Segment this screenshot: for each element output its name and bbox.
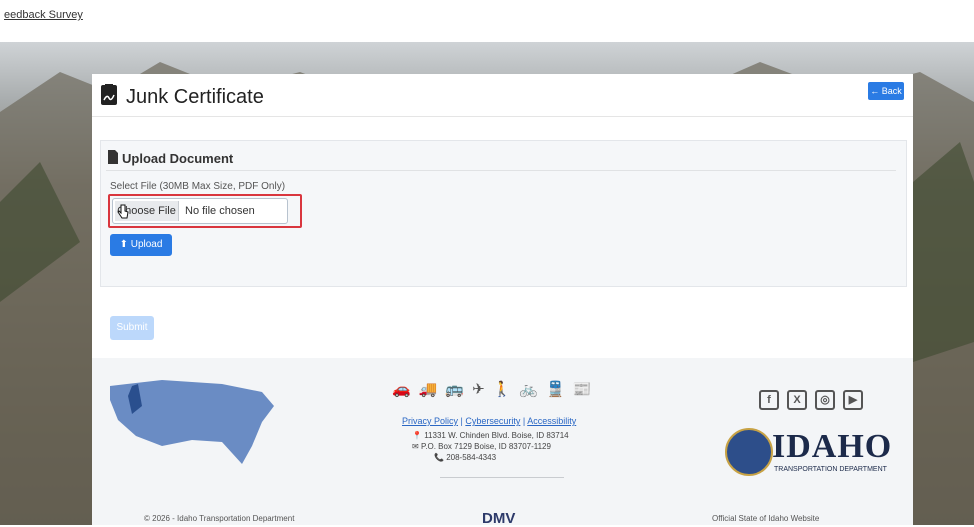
walk-icon: 🚶 xyxy=(492,381,520,398)
address-block: 📍 11331 W. Chinden Blvd. Boise, ID 83714… xyxy=(412,430,569,463)
us-map-idaho-image xyxy=(110,380,274,464)
car-icon: 🚗 xyxy=(392,381,419,398)
upload-label: Upload xyxy=(130,239,163,250)
copyright-text: © 2026 - Idaho Transportation Department xyxy=(144,514,295,523)
official-site-text: Official State of Idaho Website xyxy=(712,514,820,523)
phone-number: 208-584-4343 xyxy=(446,453,497,462)
itd-seal-logo xyxy=(725,428,773,476)
itd-logo-subtext: TRANSPORTATION DEPARTMENT xyxy=(774,466,887,473)
file-select-label: Select File (30MB Max Size, PDF Only) xyxy=(110,181,286,192)
upload-document-title: Upload Document xyxy=(122,151,234,166)
footer: 🚗🚚🚌✈🚶🚲🚆📰 Privacy Policy | Cybersecurity … xyxy=(92,358,913,527)
upload-button[interactable]: ⬆ Upload xyxy=(110,234,172,256)
train-icon: 🚆 xyxy=(546,381,573,398)
bike-icon: 🚲 xyxy=(519,381,547,398)
facebook-icon[interactable]: f xyxy=(759,390,779,410)
highlight-box xyxy=(108,194,302,228)
top-bar: eedback Survey xyxy=(0,0,974,42)
idaho-logo-text: IDAHO xyxy=(772,428,893,465)
pdf-file-icon xyxy=(108,150,118,164)
back-button[interactable]: ← Back xyxy=(868,82,904,100)
page-title: Junk Certificate xyxy=(126,86,264,108)
card-header: Junk Certificate ← Back xyxy=(92,74,913,117)
upload-icon: ⬆ xyxy=(119,239,128,250)
footer-links: Privacy Policy | Cybersecurity | Accessi… xyxy=(402,416,577,426)
instagram-icon[interactable]: ◎ xyxy=(815,390,835,410)
x-twitter-icon[interactable]: X xyxy=(787,390,807,410)
privacy-policy-link[interactable]: Privacy Policy xyxy=(402,416,458,426)
hand-cursor-icon xyxy=(117,204,129,219)
po-box-address: P.O. Box 7129 Boise, ID 83707-1129 xyxy=(420,442,551,451)
document-icon xyxy=(101,84,117,105)
youtube-icon[interactable]: ▶ xyxy=(843,390,863,410)
transport-icons: 🚗🚚🚌✈🚶🚲🚆📰 xyxy=(392,380,599,398)
dmv-logo: DMV xyxy=(482,510,516,527)
submit-button[interactable]: Submit xyxy=(110,316,154,340)
truck-icon: 🚚 xyxy=(418,381,446,398)
accessibility-link[interactable]: Accessibility xyxy=(527,416,576,426)
footer-divider xyxy=(440,477,564,478)
envelope-icon: ✉ xyxy=(412,442,419,451)
plane-icon: ✈ xyxy=(472,381,493,398)
phone-icon: 📞 xyxy=(434,453,444,462)
map-marker-icon: 📍 xyxy=(412,431,422,440)
cybersecurity-link[interactable]: Cybersecurity xyxy=(465,416,520,426)
newspaper-icon: 📰 xyxy=(572,381,600,398)
street-address: 11331 W. Chinden Blvd. Boise, ID 83714 xyxy=(424,431,569,440)
panel-divider xyxy=(106,170,896,171)
feedback-survey-link[interactable]: eedback Survey xyxy=(4,9,83,21)
social-icons: f X ◎ ▶ xyxy=(759,390,871,410)
bus-icon: 🚌 xyxy=(445,381,473,398)
